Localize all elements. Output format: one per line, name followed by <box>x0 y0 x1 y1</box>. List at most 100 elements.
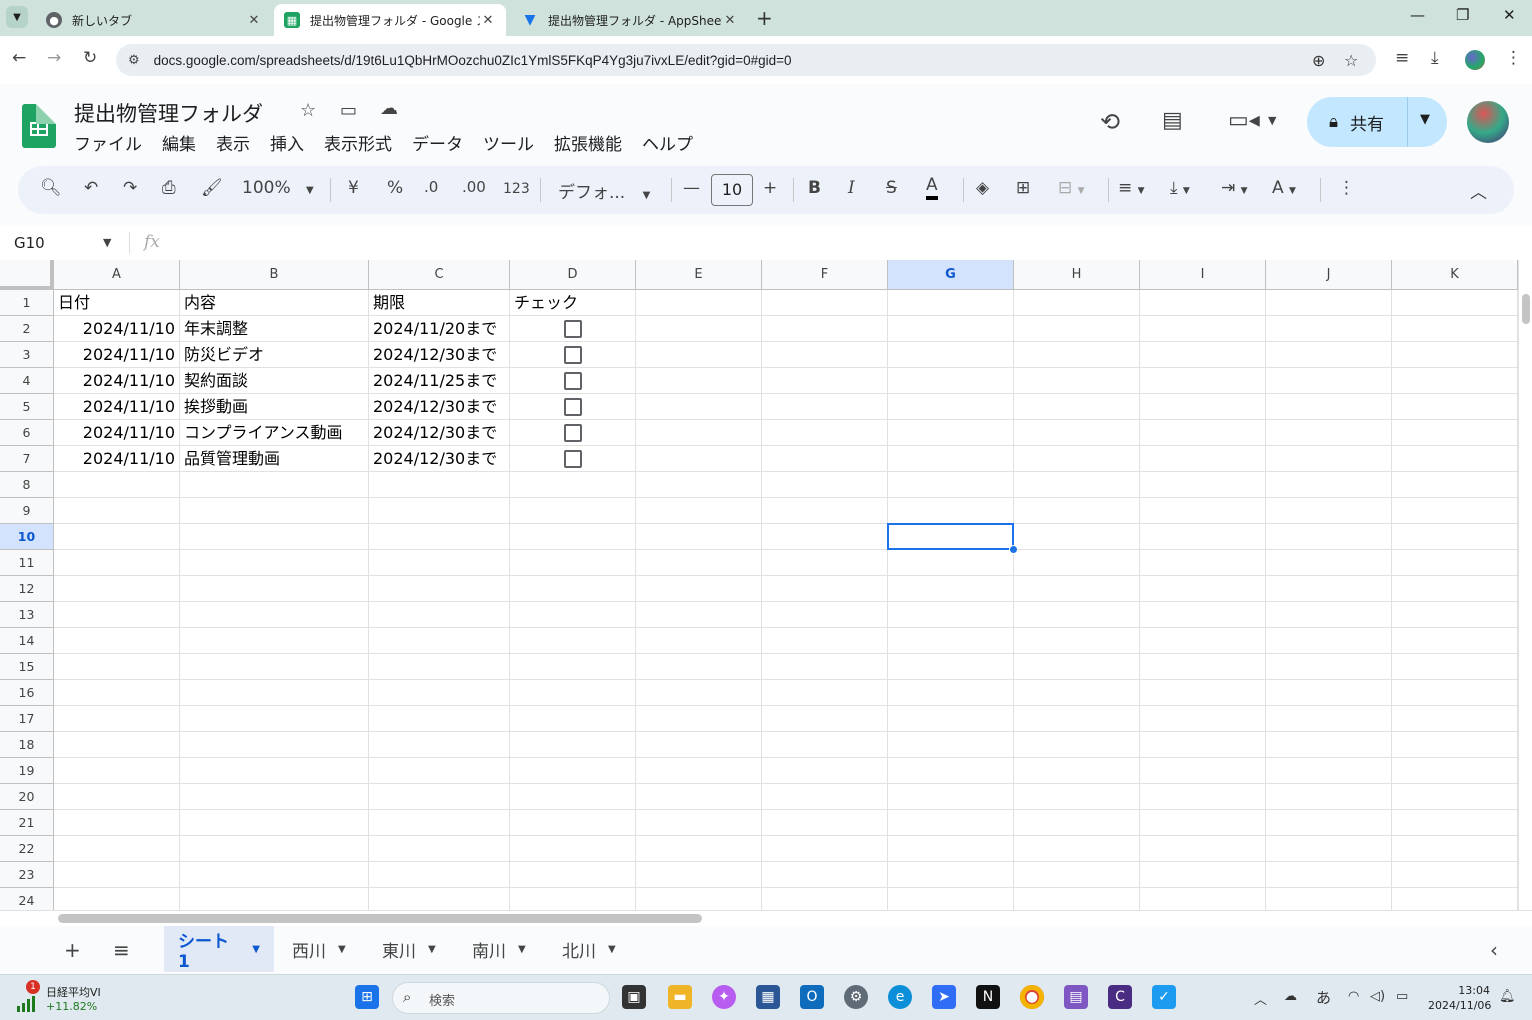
cell-c3[interactable]: 2024/12/30まで <box>369 342 510 368</box>
cell-g9[interactable] <box>888 498 1014 524</box>
cell-b19[interactable] <box>180 758 369 784</box>
cell-g4[interactable] <box>888 368 1014 394</box>
cell-g23[interactable] <box>888 862 1014 888</box>
checkbox[interactable] <box>564 450 582 468</box>
cell-c1[interactable]: 期限 <box>369 290 510 316</box>
cell-e16[interactable] <box>636 680 762 706</box>
row-header[interactable]: 10 <box>0 524 54 550</box>
cell-k13[interactable] <box>1392 602 1518 628</box>
cell-i9[interactable] <box>1140 498 1266 524</box>
cell-b11[interactable] <box>180 550 369 576</box>
close-tab-icon[interactable]: ✕ <box>722 13 738 28</box>
outlook-icon[interactable]: O <box>800 985 824 1009</box>
cell-f15[interactable] <box>762 654 888 680</box>
all-sheets-icon[interactable]: ≡ <box>113 938 130 962</box>
media-control-icon[interactable]: ≡ <box>1395 48 1409 68</box>
cell-b16[interactable] <box>180 680 369 706</box>
cell-i3[interactable] <box>1140 342 1266 368</box>
cell-c11[interactable] <box>369 550 510 576</box>
name-box[interactable]: G10 <box>14 234 45 252</box>
text-color-icon[interactable]: A <box>926 174 938 200</box>
cell-b10[interactable] <box>180 524 369 550</box>
battery-icon[interactable]: ▭ <box>1396 989 1408 1004</box>
cell-k18[interactable] <box>1392 732 1518 758</box>
cell-b4[interactable]: 契約面談 <box>180 368 369 394</box>
cell-g20[interactable] <box>888 784 1014 810</box>
cell-h16[interactable] <box>1014 680 1140 706</box>
address-bar[interactable]: ⚙ docs.google.com/spreadsheets/d/19t6Lu1… <box>116 44 1376 76</box>
cell-d16[interactable] <box>510 680 636 706</box>
cell-h19[interactable] <box>1014 758 1140 784</box>
cell-j11[interactable] <box>1266 550 1392 576</box>
cell-b12[interactable] <box>180 576 369 602</box>
cell-e20[interactable] <box>636 784 762 810</box>
file-explorer-icon[interactable]: ▬ <box>668 985 692 1009</box>
merge-cells-icon[interactable]: ⊟ ▼ <box>1058 178 1085 198</box>
column-header-h[interactable]: H <box>1014 260 1140 290</box>
cell-k1[interactable] <box>1392 290 1518 316</box>
cell-j20[interactable] <box>1266 784 1392 810</box>
copilot-icon[interactable]: ✦ <box>712 985 736 1009</box>
cell-h21[interactable] <box>1014 810 1140 836</box>
text-wrapping-icon[interactable]: ⇥ ▼ <box>1221 178 1248 198</box>
cell-i11[interactable] <box>1140 550 1266 576</box>
cell-a3[interactable]: 2024/11/10 <box>54 342 180 368</box>
row-header[interactable]: 6 <box>0 420 54 446</box>
cell-a15[interactable] <box>54 654 180 680</box>
cell-i8[interactable] <box>1140 472 1266 498</box>
cell-e4[interactable] <box>636 368 762 394</box>
cell-k19[interactable] <box>1392 758 1518 784</box>
cell-a12[interactable] <box>54 576 180 602</box>
chevron-down-icon[interactable]: ▼ <box>252 944 260 955</box>
cell-i4[interactable] <box>1140 368 1266 394</box>
cell-b24[interactable] <box>180 888 369 910</box>
cell-e14[interactable] <box>636 628 762 654</box>
text-rotation-icon[interactable]: A ▼ <box>1272 178 1296 198</box>
onedrive-icon[interactable]: ☁ <box>1284 989 1297 1004</box>
sheet-tab-kitakawa[interactable]: 北川 ▼ <box>548 926 630 972</box>
row-header[interactable]: 11 <box>0 550 54 576</box>
cell-f18[interactable] <box>762 732 888 758</box>
site-info-icon[interactable]: ⚙ <box>128 53 140 68</box>
chevron-down-icon[interactable]: ▼ <box>428 944 436 955</box>
menu-edit[interactable]: 編集 <box>162 130 196 155</box>
windows-start-icon[interactable]: ⊞ <box>355 985 379 1009</box>
cell-h22[interactable] <box>1014 836 1140 862</box>
chrome-icon[interactable]: ● <box>1020 985 1044 1009</box>
cell-g13[interactable] <box>888 602 1014 628</box>
sheet-tab-nishikawa[interactable]: 西川 ▼ <box>278 926 360 972</box>
cell-k12[interactable] <box>1392 576 1518 602</box>
column-header-k[interactable]: K <box>1392 260 1518 290</box>
cell-h5[interactable] <box>1014 394 1140 420</box>
cell-j4[interactable] <box>1266 368 1392 394</box>
cell-i10[interactable] <box>1140 524 1266 550</box>
cell-c24[interactable] <box>369 888 510 910</box>
cell-a13[interactable] <box>54 602 180 628</box>
cell-i14[interactable] <box>1140 628 1266 654</box>
cell-g3[interactable] <box>888 342 1014 368</box>
cell-h4[interactable] <box>1014 368 1140 394</box>
version-history-icon[interactable]: ⟲ <box>1100 108 1120 136</box>
fill-color-icon[interactable]: ◈ <box>976 178 989 198</box>
cell-j22[interactable] <box>1266 836 1392 862</box>
cell-b13[interactable] <box>180 602 369 628</box>
vertical-align-icon[interactable]: ⤓ ▼ <box>1170 178 1190 198</box>
font-size-input[interactable]: 10 <box>711 174 753 206</box>
cell-k4[interactable] <box>1392 368 1518 394</box>
increase-decimal-button[interactable]: .00 <box>462 178 486 196</box>
cell-a24[interactable] <box>54 888 180 910</box>
cell-f10[interactable] <box>762 524 888 550</box>
cell-d1[interactable]: チェック <box>510 290 636 316</box>
sheet-tab-minamikawa[interactable]: 南川 ▼ <box>458 926 540 972</box>
column-header-g[interactable]: G <box>888 260 1014 290</box>
menu-help[interactable]: ヘルプ <box>642 130 693 155</box>
cell-j15[interactable] <box>1266 654 1392 680</box>
vertical-scrollbar[interactable] <box>1518 260 1532 910</box>
row-header[interactable]: 8 <box>0 472 54 498</box>
strikethrough-icon[interactable]: S <box>886 178 897 198</box>
cell-j8[interactable] <box>1266 472 1392 498</box>
cell-g18[interactable] <box>888 732 1014 758</box>
cell-c12[interactable] <box>369 576 510 602</box>
cell-d14[interactable] <box>510 628 636 654</box>
cell-j10[interactable] <box>1266 524 1392 550</box>
